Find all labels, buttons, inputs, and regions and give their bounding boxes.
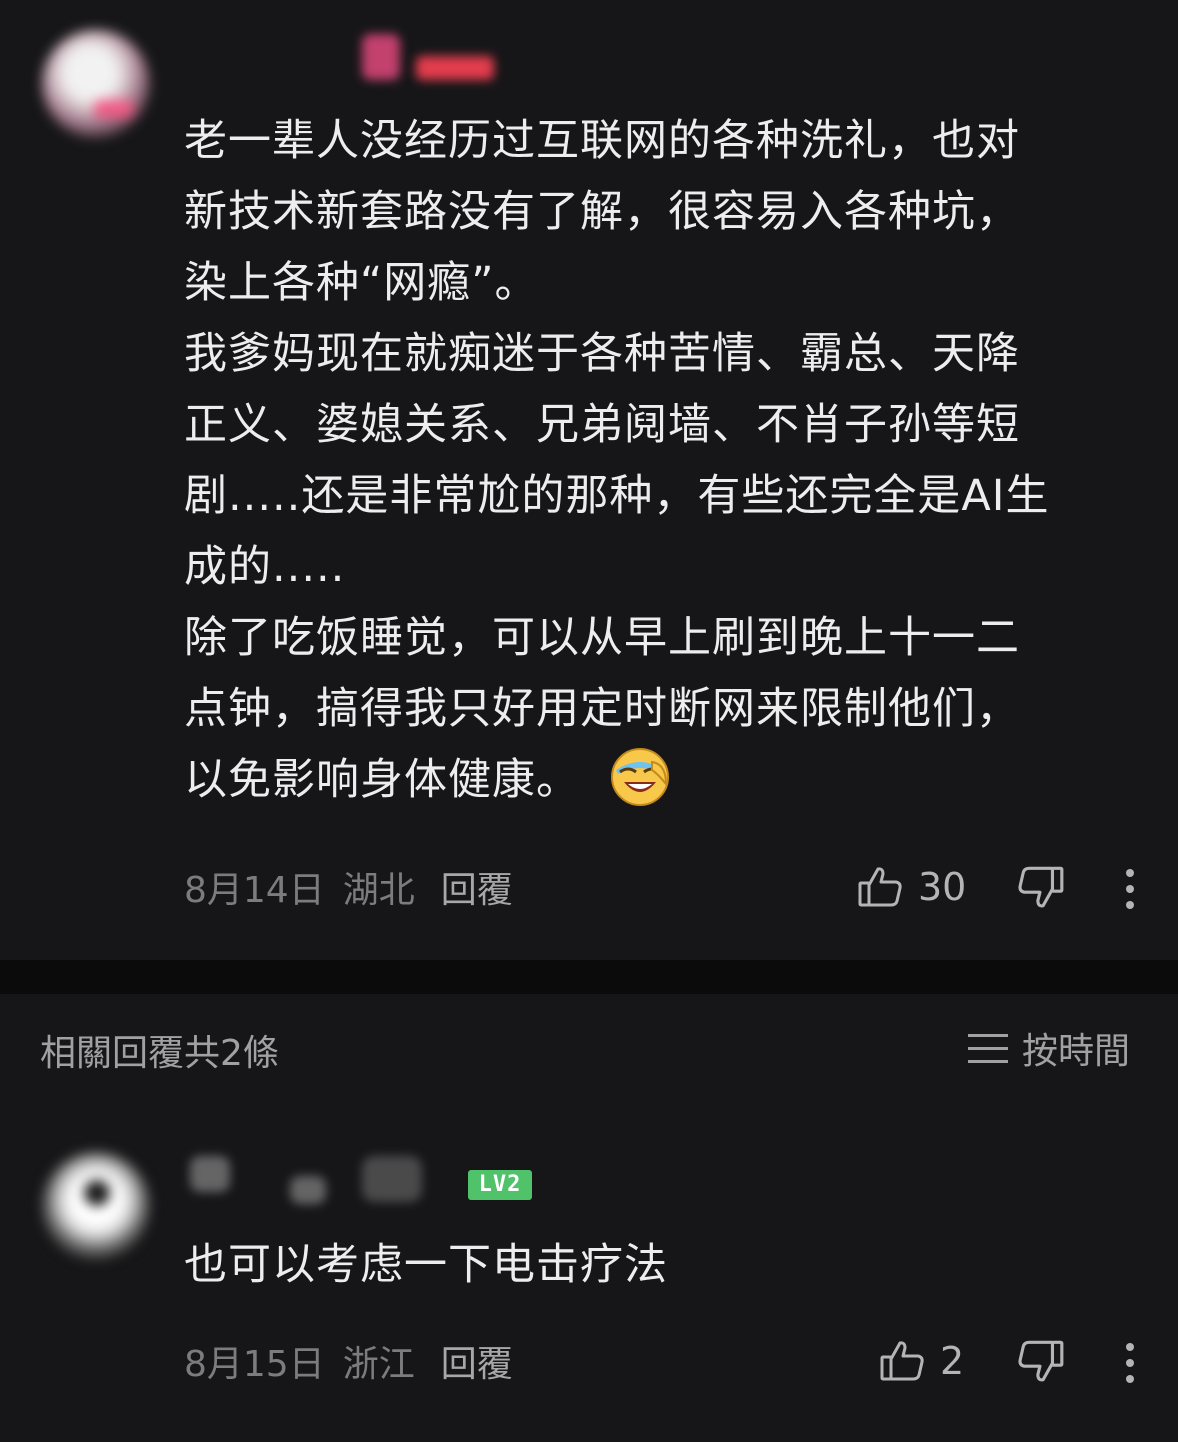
dislike-button[interactable] [1016, 862, 1066, 912]
reply-username-blurred [362, 1156, 422, 1202]
comment-line: 我爹妈现在就痴迷于各种苦情、霸总、天降 [184, 329, 1020, 379]
reply-button[interactable]: 回覆 [441, 861, 513, 913]
more-vertical-icon [1126, 869, 1134, 909]
reply-like-count: 2 [940, 1339, 965, 1383]
reply-username-blurred [290, 1176, 326, 1204]
comment-date: 8月14日 [184, 870, 325, 911]
laughing-crying-emoji-icon [611, 747, 669, 806]
list-lines-icon [968, 1034, 1008, 1063]
more-options-button[interactable] [1112, 864, 1148, 914]
username-blurred-badge [416, 56, 494, 80]
reply-like-button[interactable]: 2 [878, 1336, 964, 1386]
reply-avatar[interactable] [42, 1152, 150, 1260]
like-count: 30 [918, 865, 967, 909]
section-divider [0, 960, 1178, 994]
sort-by-time-button[interactable]: 按時間 [966, 1022, 1130, 1074]
thumbs-down-icon [1018, 1340, 1064, 1382]
reply-location: 浙江 [342, 1344, 415, 1385]
level-badge: LV2 [468, 1170, 532, 1200]
reply-date: 8月15日 [184, 1344, 325, 1385]
comment-line: 新技术新套路没有了解，很容易入各种坑， [184, 187, 1020, 237]
username-blurred[interactable] [362, 34, 400, 80]
comment-line: 正义、婆媳关系、兄弟阋墙、不肖子孙等短 [184, 400, 1020, 450]
comment-line: 除了吃饭睡觉，可以从早上刷到晚上十一二 [184, 613, 1020, 663]
comment-meta: 8月14日 湖北 回覆 [184, 862, 513, 912]
like-button[interactable]: 30 [856, 862, 966, 912]
sort-label: 按時間 [1022, 1031, 1131, 1072]
reply-reply-button[interactable]: 回覆 [441, 1335, 513, 1387]
reply-more-options-button[interactable] [1112, 1338, 1148, 1388]
comment-line: 剧.....还是非常尬的那种，有些还完全是AI生 [184, 471, 1050, 521]
thumbs-up-icon [880, 1341, 924, 1381]
thumbs-up-icon [858, 867, 902, 907]
comment-line: 点钟，搞得我只好用定时断网来限制他们， [184, 684, 1020, 734]
reply-text: 也可以考虑一下电击疗法 [184, 1240, 668, 1290]
reply-meta: 8月15日 浙江 回覆 [184, 1336, 513, 1386]
more-vertical-icon [1126, 1343, 1134, 1383]
reply-username-blurred[interactable] [190, 1156, 230, 1192]
comment-line: 染上各种“网瘾”。 [184, 258, 539, 308]
comment-text: 老一辈人没经历过互联网的各种洗礼，也对 新技术新套路没有了解，很容易入各种坑， … [184, 106, 1144, 816]
avatar[interactable] [42, 30, 150, 138]
comment-line: 老一辈人没经历过互联网的各种洗礼，也对 [184, 116, 1020, 166]
comment-line: 成的..... [184, 542, 346, 592]
thumbs-down-icon [1018, 866, 1064, 908]
comment-location: 湖北 [342, 870, 415, 911]
replies-count-label: 相關回覆共2條 [40, 1033, 279, 1074]
comment-line: 以免影响身体健康。 [184, 755, 580, 805]
reply-dislike-button[interactable] [1016, 1336, 1066, 1386]
